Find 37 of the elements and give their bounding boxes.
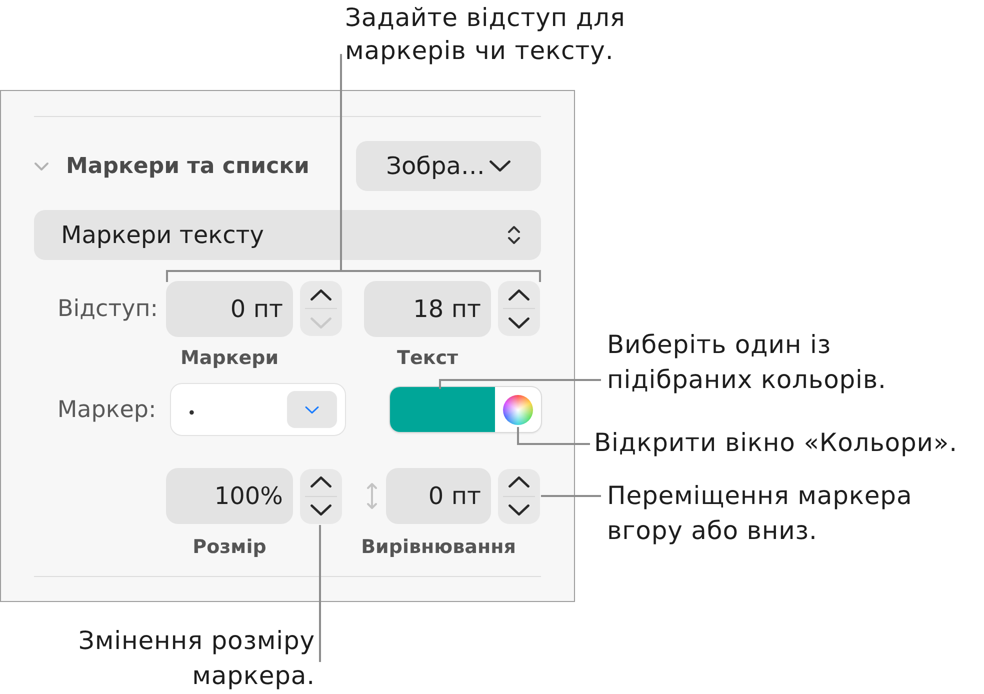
callout-text: Задайте відступ для маркерів чи тексту.: [345, 2, 626, 67]
callout-text: Переміщення маркера вгору або вниз.: [607, 480, 912, 547]
bullet-popup[interactable]: •: [170, 383, 346, 436]
color-wheel-icon[interactable]: [503, 394, 534, 424]
field-label: Відступ:: [56, 296, 158, 322]
vertical-arrow-icon: [366, 482, 378, 510]
stepper[interactable]: [498, 281, 540, 336]
up-down-chevron-icon: [507, 224, 521, 246]
callout-text: Виберіть один із підібраних кольорів.: [607, 329, 886, 396]
stepper[interactable]: [300, 281, 342, 336]
number-field[interactable]: 0 пт: [166, 280, 293, 336]
color-swatch[interactable]: [390, 387, 496, 432]
style-popup-button[interactable]: Зобра…: [356, 141, 541, 191]
number-field[interactable]: 100%: [166, 468, 293, 524]
stepper[interactable]: [300, 468, 342, 524]
color-well[interactable]: [390, 387, 541, 432]
chevron-down-icon: [305, 406, 320, 414]
section-title: Маркери та списки: [66, 154, 310, 178]
stepper[interactable]: [498, 468, 540, 524]
callout-text: Відкрити вікно «Кольори».: [594, 427, 958, 459]
chevron-down-icon: [488, 160, 511, 172]
chevron-up-icon: [310, 476, 332, 488]
chevron-up-icon: [508, 288, 530, 300]
field-label: Маркер:: [56, 396, 156, 422]
disclosure-chevron-icon[interactable]: [34, 162, 49, 170]
field-caption: Вирівнювання: [361, 536, 516, 558]
number-field[interactable]: 18 пт: [364, 280, 491, 336]
leader-line: [541, 495, 601, 497]
chevron-up-icon: [508, 476, 530, 488]
chevron-up-icon: [310, 288, 332, 300]
field-caption: Маркери: [180, 347, 279, 369]
callout-text: Змінення розміру маркера.: [78, 625, 315, 692]
field-caption: Розмір: [192, 536, 266, 558]
bullet-value: •: [187, 404, 196, 422]
field-caption: Текст: [396, 347, 458, 369]
number-field[interactable]: 0 пт: [386, 468, 491, 524]
bullet-style-popup[interactable]: Маркери тексту: [34, 210, 541, 260]
